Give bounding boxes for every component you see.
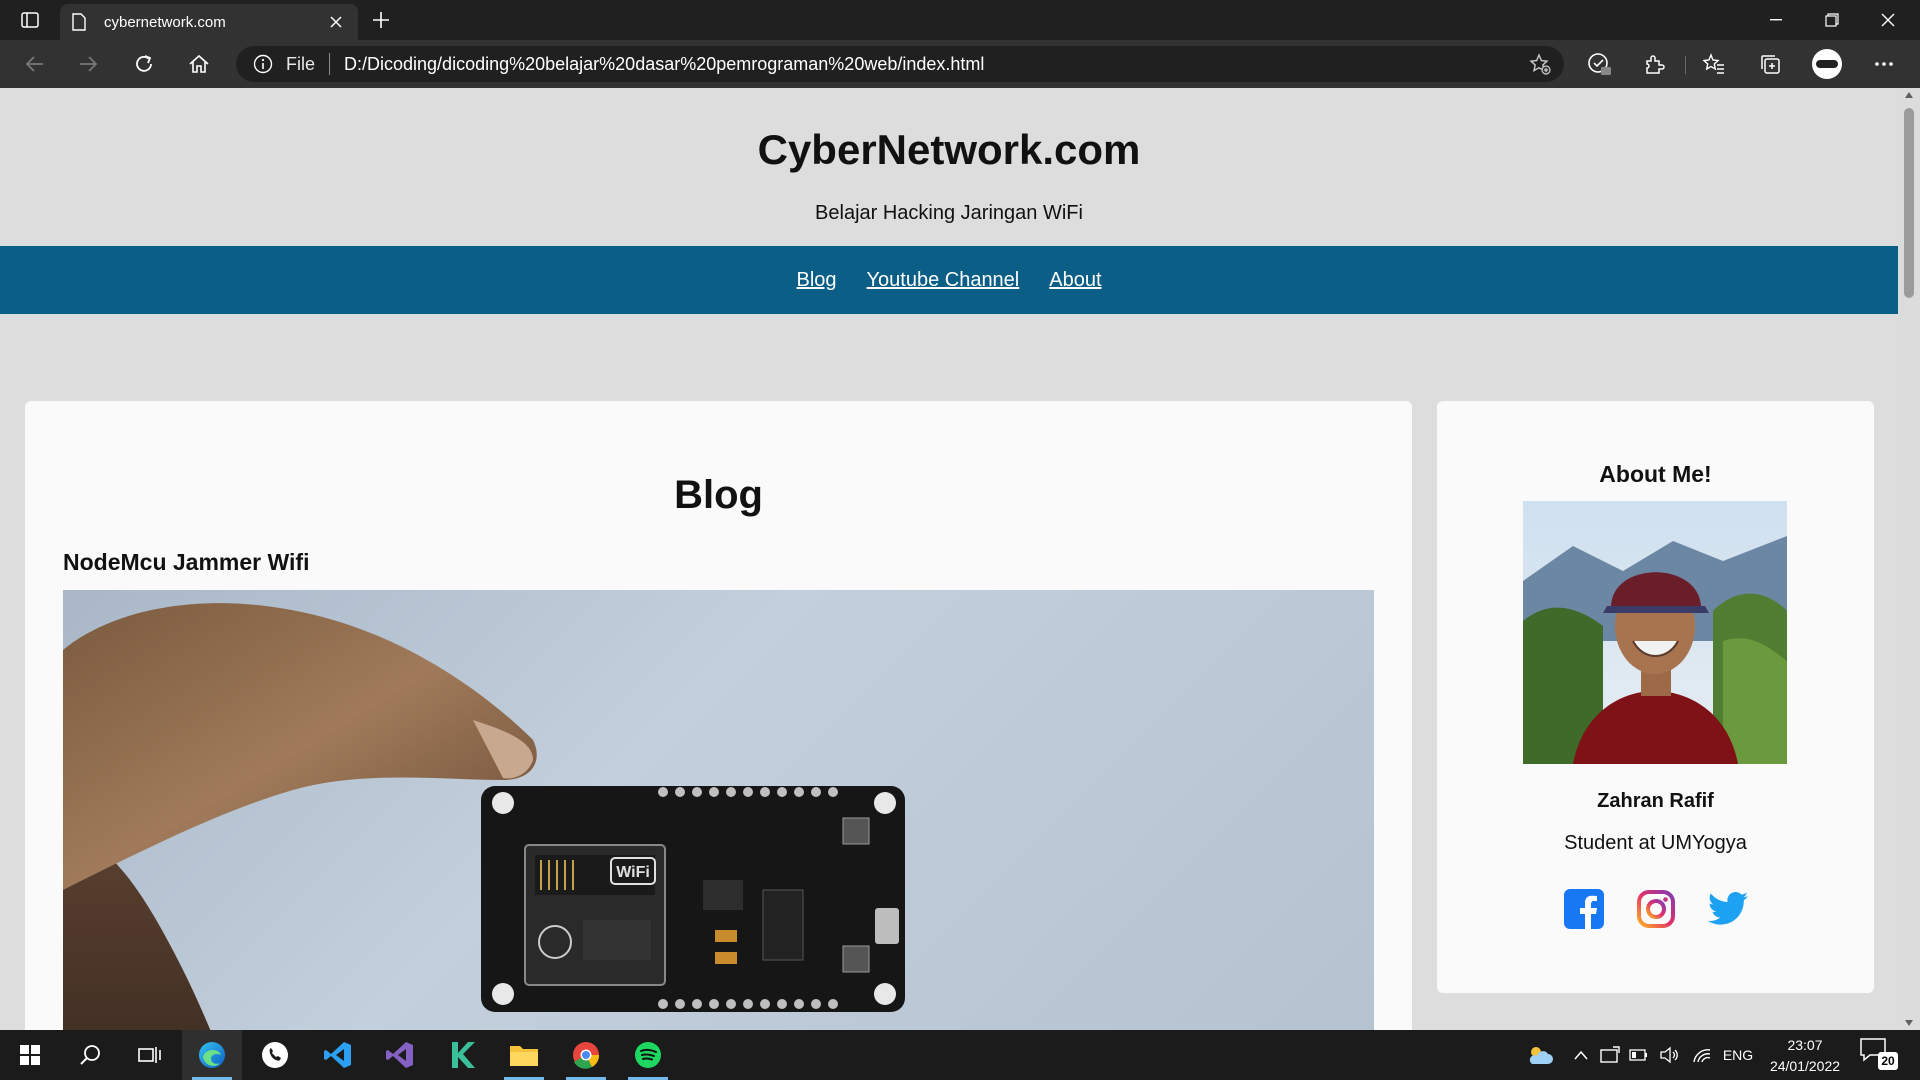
chrome-taskbar-icon[interactable] [556,1030,616,1080]
restore-icon[interactable] [1804,0,1860,40]
address-bar[interactable]: File D:/Dicoding/dicoding%20belajar%20da… [236,46,1564,82]
instagram-icon[interactable] [1635,888,1677,930]
favorites-icon[interactable] [1696,47,1732,81]
blog-heading: Blog [674,473,763,517]
scroll-down-arrow-icon[interactable] [1905,1020,1913,1026]
page-viewport: CyberNetwork.com Belajar Hacking Jaringa… [0,88,1898,1030]
network-icon[interactable] [1688,1030,1716,1080]
address-url[interactable]: D:/Dicoding/dicoding%20belajar%20dasar%2… [344,54,984,75]
add-favorite-icon[interactable] [1528,53,1552,75]
site-header: CyberNetwork.com Belajar Hacking Jaringa… [0,88,1898,246]
search-icon[interactable] [60,1030,120,1080]
toolbar-divider [1685,56,1686,74]
back-icon[interactable] [16,47,52,81]
more-menu-icon[interactable] [1866,47,1902,81]
nav-link-blog[interactable]: Blog [796,269,836,292]
show-hidden-icons-icon[interactable] [1568,1030,1594,1080]
clock-date: 24/01/2022 [1769,1058,1841,1074]
minimize-icon[interactable] [1748,0,1804,40]
blog-card: Blog NodeMcu Jammer Wifi WiFi [25,401,1412,1030]
profile-name: Zahran Rafif [1597,790,1714,812]
site-title: CyberNetwork.com [757,126,1141,173]
browser-toolbar: File D:/Dicoding/dicoding%20belajar%20da… [0,40,1920,88]
facebook-icon[interactable] [1563,888,1605,930]
spotify-taskbar-icon[interactable] [618,1030,678,1080]
tab-actions-icon[interactable] [10,6,50,34]
profile-role: Student at UMYogya [1564,832,1747,854]
task-view-icon[interactable] [120,1030,180,1080]
edge-taskbar-icon[interactable] [182,1030,242,1080]
browser-tab[interactable]: cybernetwork.com [60,4,358,40]
clock-time: 23:07 [1787,1037,1823,1053]
info-icon[interactable] [252,53,274,75]
close-tab-icon[interactable] [326,12,346,32]
notification-count-badge: 20 [1878,1052,1898,1070]
address-scheme-label: File [286,53,316,74]
new-tab-icon[interactable] [366,6,396,34]
scroll-thumb[interactable] [1904,108,1914,298]
profile-photo [1523,501,1787,764]
site-tagline: Belajar Hacking Jaringan WiFi [815,202,1083,224]
address-separator [329,53,331,75]
close-window-icon[interactable] [1860,0,1916,40]
post-image: WiFi [63,590,1374,1030]
whatsapp-taskbar-icon[interactable] [245,1030,305,1080]
battery-icon[interactable] [1626,1030,1652,1080]
tab-title: cybernetwork.com [104,13,226,31]
system-clock[interactable]: 23:07 24/01/2022 [1760,1035,1850,1077]
collections-icon[interactable] [1752,47,1788,81]
about-heading: About Me! [1599,461,1712,487]
notification-center-icon[interactable]: 20 [1860,1038,1900,1072]
home-icon[interactable] [181,47,217,81]
site-nav: Blog Youtube Channel About [0,246,1898,314]
board-wifi-label: WiFi [616,864,650,881]
page-icon [72,13,90,31]
weather-icon[interactable] [1520,1030,1560,1080]
volume-icon[interactable] [1656,1030,1682,1080]
page-scrollbar[interactable] [1898,88,1920,1030]
language-indicator[interactable]: ENG [1718,1030,1758,1080]
nav-link-youtube-channel[interactable]: Youtube Channel [867,269,1020,292]
forward-icon[interactable] [71,47,107,81]
nav-link-about[interactable]: About [1049,269,1101,292]
extension-tracker-icon[interactable] [1581,47,1617,81]
browser-tab-bar: cybernetwork.com [0,0,1920,40]
social-links [1437,888,1874,930]
about-card: About Me! Zahran Rafif Student at UMYogy… [1437,401,1874,993]
refresh-icon[interactable] [126,47,162,81]
profile-avatar[interactable] [1812,49,1842,79]
file-explorer-taskbar-icon[interactable] [494,1030,554,1080]
security-tray-icon[interactable] [1597,1030,1623,1080]
visual-studio-taskbar-icon[interactable] [370,1030,430,1080]
post-title: NodeMcu Jammer Wifi [63,549,310,575]
scroll-up-arrow-icon[interactable] [1905,92,1913,98]
extensions-icon[interactable] [1636,47,1672,81]
twitter-icon[interactable] [1707,888,1749,930]
start-windows-icon[interactable] [0,1030,60,1080]
kotlin-ide-taskbar-icon[interactable] [432,1030,492,1080]
vscode-taskbar-icon[interactable] [308,1030,368,1080]
windows-taskbar: ENG 23:07 24/01/2022 20 [0,1030,1920,1080]
